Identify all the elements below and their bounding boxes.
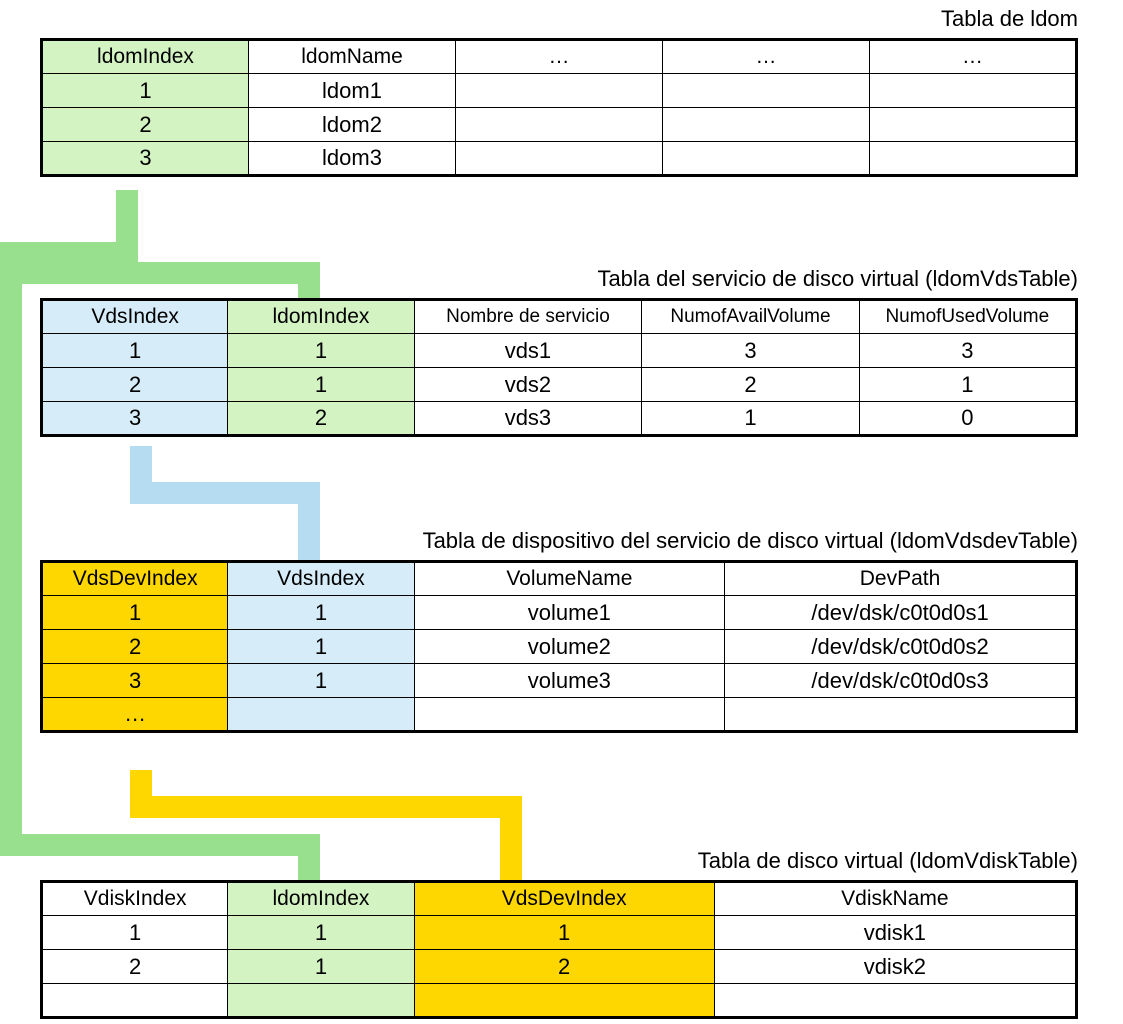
connector-blue <box>130 482 320 504</box>
connector-green <box>0 242 22 856</box>
cell: volume2 <box>414 630 725 664</box>
vdsdev-table-block: Tabla de dispositivo del servicio de dis… <box>40 528 1078 733</box>
cell: 1 <box>228 334 414 368</box>
cell <box>456 108 663 142</box>
cell: 1 <box>42 596 228 630</box>
cell: vds1 <box>414 334 642 368</box>
cell: vdisk2 <box>714 950 1076 984</box>
cell: 2 <box>228 402 414 436</box>
cell <box>228 984 414 1018</box>
cell: 1 <box>42 74 249 108</box>
col-header: VdiskName <box>714 882 1076 916</box>
cell <box>663 74 870 108</box>
vdisk-caption: Tabla de disco virtual (ldomVdiskTable) <box>40 848 1078 874</box>
cell: 1 <box>228 368 414 402</box>
cell: 1 <box>228 664 414 698</box>
ldom-table: ldomIndex ldomName … … … 1 ldom1 2 ld <box>40 38 1078 177</box>
col-header: VdsDevIndex <box>414 882 714 916</box>
cell: 3 <box>42 142 249 176</box>
cell: 3 <box>642 334 859 368</box>
col-header: NumofAvailVolume <box>642 300 859 334</box>
vdisk-table: VdiskIndex ldomIndex VdsDevIndex VdiskNa… <box>40 880 1078 1019</box>
col-header: ldomIndex <box>42 40 249 74</box>
cell: ldom2 <box>249 108 456 142</box>
col-header: DevPath <box>725 562 1077 596</box>
cell: 3 <box>859 334 1076 368</box>
col-header: Nombre de servicio <box>414 300 642 334</box>
cell: 1 <box>228 630 414 664</box>
cell <box>456 74 663 108</box>
cell: 2 <box>42 950 228 984</box>
vds-table-block: Tabla del servicio de disco virtual (ldo… <box>40 266 1078 437</box>
col-header: … <box>663 40 870 74</box>
col-header: VdsIndex <box>42 300 228 334</box>
vds-caption: Tabla del servicio de disco virtual (ldo… <box>40 266 1078 292</box>
cell: 1 <box>42 916 228 950</box>
cell: /dev/dsk/c0t0d0s1 <box>725 596 1077 630</box>
cell: /dev/dsk/c0t0d0s2 <box>725 630 1077 664</box>
cell: vds3 <box>414 402 642 436</box>
cell <box>663 142 870 176</box>
ldom-table-block: Tabla de ldom ldomIndex ldomName … … … 1… <box>40 6 1078 177</box>
cell: 1 <box>859 368 1076 402</box>
cell: /dev/dsk/c0t0d0s3 <box>725 664 1077 698</box>
vdsdev-table: VdsDevIndex VdsIndex VolumeName DevPath … <box>40 560 1078 733</box>
col-header: ldomIndex <box>228 882 414 916</box>
cell <box>663 108 870 142</box>
ldom-caption: Tabla de ldom <box>40 6 1078 32</box>
cell: 1 <box>228 596 414 630</box>
cell: 2 <box>42 630 228 664</box>
cell <box>228 698 414 732</box>
connector-yellow <box>130 796 522 818</box>
col-header: VdsDevIndex <box>42 562 228 596</box>
cell <box>414 984 714 1018</box>
vds-table: VdsIndex ldomIndex Nombre de servicio Nu… <box>40 298 1078 437</box>
cell: volume3 <box>414 664 725 698</box>
cell <box>725 698 1077 732</box>
cell: 0 <box>859 402 1076 436</box>
cell: vds2 <box>414 368 642 402</box>
cell: 1 <box>228 916 414 950</box>
cell: 1 <box>228 950 414 984</box>
cell: vdisk1 <box>714 916 1076 950</box>
cell: 1 <box>414 916 714 950</box>
cell <box>714 984 1076 1018</box>
cell <box>456 142 663 176</box>
col-header: NumofUsedVolume <box>859 300 1076 334</box>
cell <box>870 108 1077 142</box>
col-header: ldomIndex <box>228 300 414 334</box>
cell: 2 <box>642 368 859 402</box>
cell: ldom1 <box>249 74 456 108</box>
col-header: VdsIndex <box>228 562 414 596</box>
vdisk-table-block: Tabla de disco virtual (ldomVdiskTable) … <box>40 848 1078 1019</box>
cell <box>870 142 1077 176</box>
cell: 2 <box>42 108 249 142</box>
col-header: … <box>456 40 663 74</box>
cell <box>42 984 228 1018</box>
cell: 1 <box>642 402 859 436</box>
col-header: … <box>870 40 1077 74</box>
cell <box>870 74 1077 108</box>
cell: 1 <box>42 334 228 368</box>
col-header: VdiskIndex <box>42 882 228 916</box>
vdsdev-caption: Tabla de dispositivo del servicio de dis… <box>40 528 1078 554</box>
cell: … <box>42 698 228 732</box>
cell: ldom3 <box>249 142 456 176</box>
cell: 2 <box>414 950 714 984</box>
cell: volume1 <box>414 596 725 630</box>
cell: 3 <box>42 664 228 698</box>
diagram-canvas: Tabla de ldom ldomIndex ldomName … … … 1… <box>0 0 1123 1024</box>
cell: 2 <box>42 368 228 402</box>
col-header: VolumeName <box>414 562 725 596</box>
cell <box>414 698 725 732</box>
cell: 3 <box>42 402 228 436</box>
col-header: ldomName <box>249 40 456 74</box>
